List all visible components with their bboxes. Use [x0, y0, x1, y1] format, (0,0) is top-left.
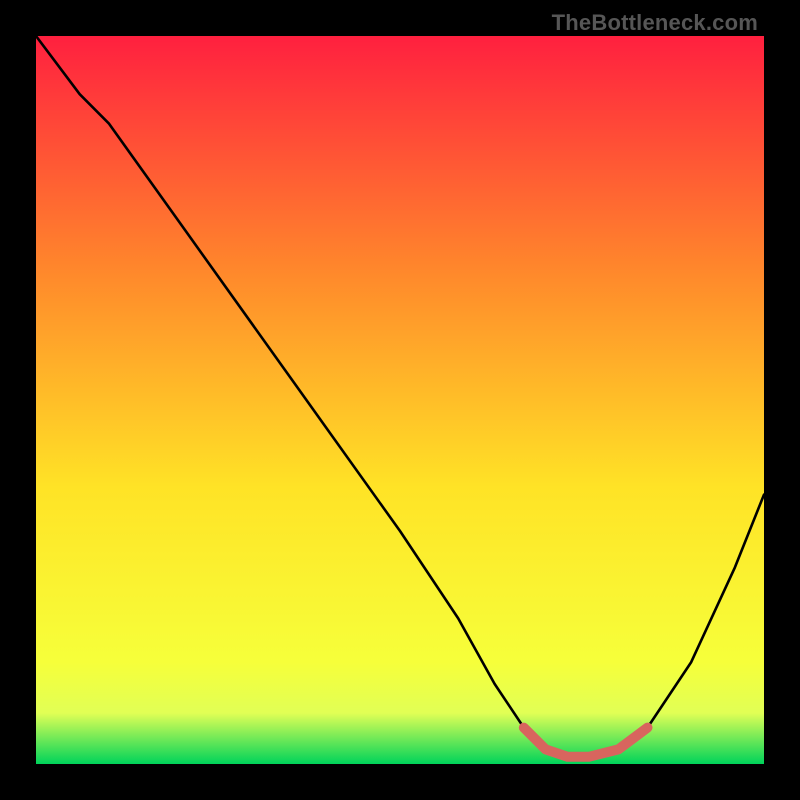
watermark-text: TheBottleneck.com [552, 10, 758, 36]
chart-svg [36, 36, 764, 764]
gradient-plot-area [36, 36, 764, 764]
chart-frame [36, 36, 764, 764]
